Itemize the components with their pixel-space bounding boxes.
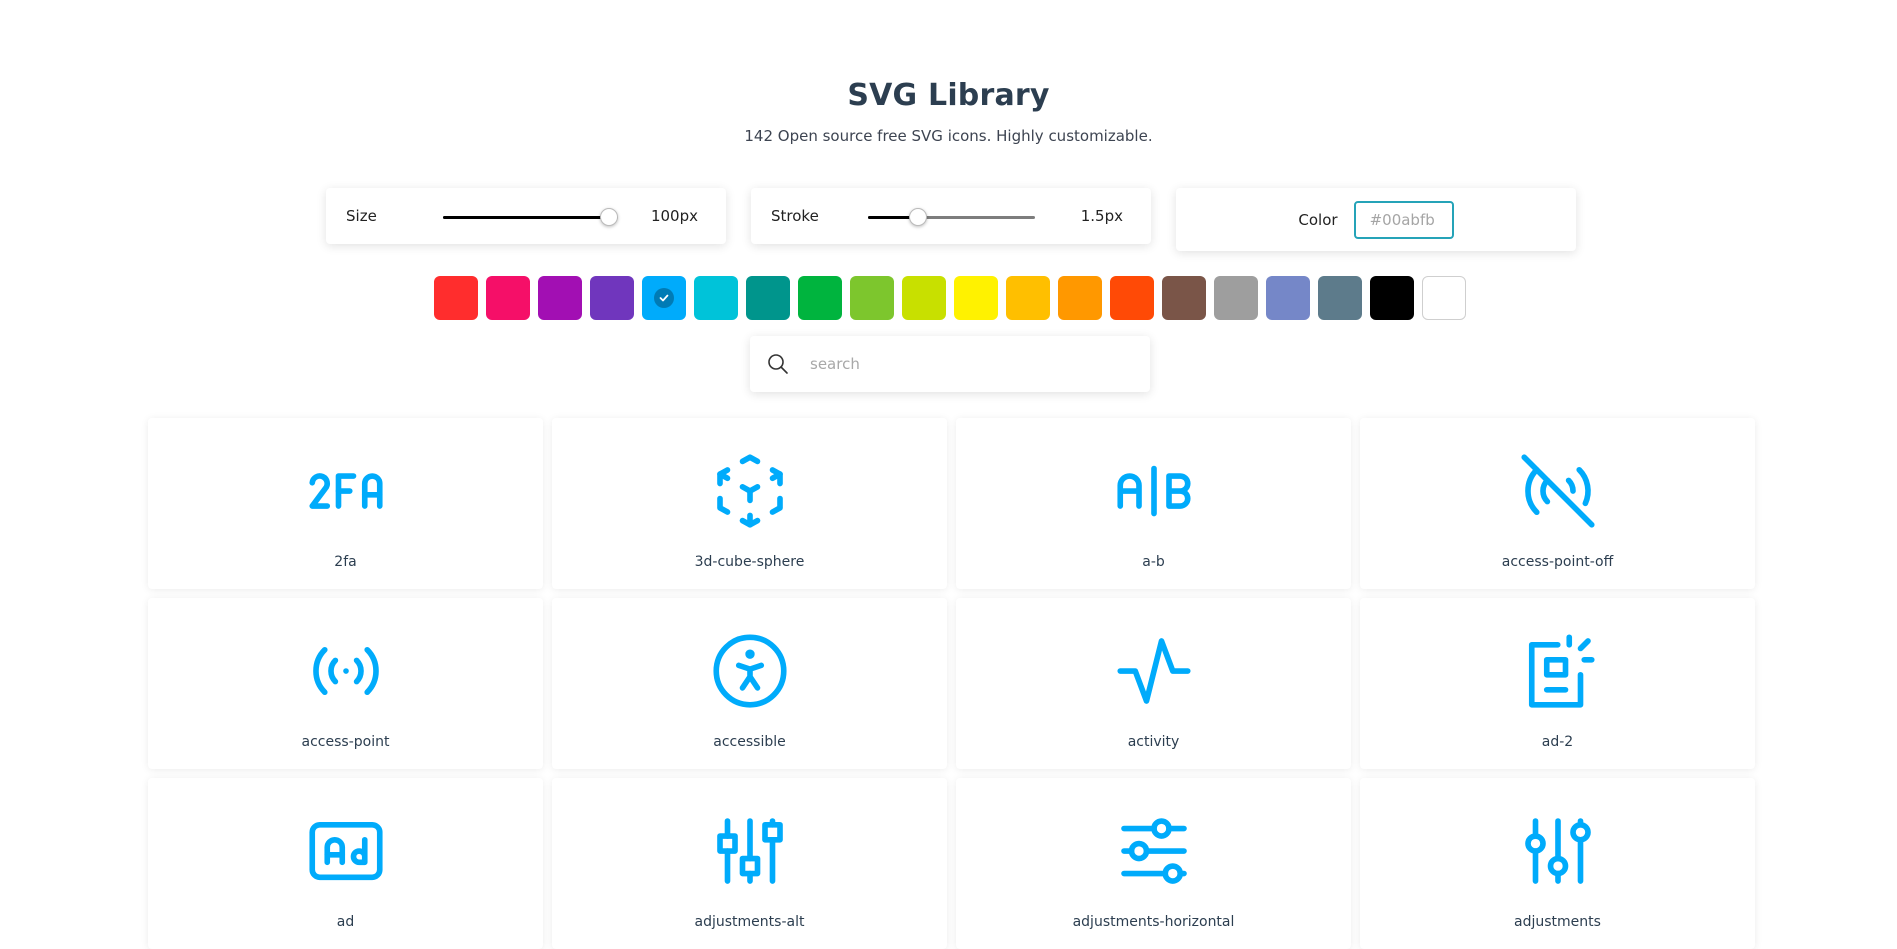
icon-name-label: ad bbox=[336, 914, 355, 930]
swatch-light-green[interactable] bbox=[850, 276, 894, 320]
icon-card-a-b[interactable]: a-b bbox=[956, 418, 1351, 589]
icon-card-access-point-off[interactable]: access-point-off bbox=[1360, 418, 1755, 589]
stroke-slider[interactable] bbox=[868, 208, 1035, 226]
swatch-cyan[interactable] bbox=[694, 276, 738, 320]
swatch-orange[interactable] bbox=[1058, 276, 1102, 320]
swatch-deep-orange[interactable] bbox=[1110, 276, 1154, 320]
icon-name-label: access-point bbox=[301, 734, 390, 750]
activity-icon bbox=[1116, 638, 1191, 704]
swatch-green[interactable] bbox=[798, 276, 842, 320]
color-swatches bbox=[434, 276, 1466, 320]
icon-card-ad-2[interactable]: ad-2 bbox=[1360, 598, 1755, 769]
2fa-icon bbox=[308, 473, 383, 509]
access-point-icon bbox=[312, 646, 379, 696]
swatch-indigo-light[interactable] bbox=[1266, 276, 1310, 320]
icon-card-activity[interactable]: activity bbox=[956, 598, 1351, 769]
icon-name-label: adjustments-horizontal bbox=[1072, 914, 1235, 930]
swatch-amber[interactable] bbox=[1006, 276, 1050, 320]
swatch-light-blue[interactable] bbox=[642, 276, 686, 320]
search-box bbox=[750, 336, 1150, 392]
icon-name-label: activity bbox=[1127, 734, 1180, 750]
stroke-control: Stroke 1.5px bbox=[751, 188, 1151, 244]
color-control: Color bbox=[1176, 188, 1576, 251]
size-slider-fill bbox=[443, 216, 610, 219]
adjustments-horizontal-icon bbox=[1120, 818, 1187, 884]
color-label: Color bbox=[1298, 210, 1338, 229]
swatch-blue-grey[interactable] bbox=[1318, 276, 1362, 320]
icon-name-label: adjustments-alt bbox=[694, 914, 805, 930]
icon-card-3d-cube-sphere[interactable]: 3d-cube-sphere bbox=[552, 418, 947, 589]
swatch-white[interactable] bbox=[1422, 276, 1466, 320]
icon-card-ad[interactable]: ad bbox=[148, 778, 543, 949]
search-input[interactable] bbox=[810, 355, 1110, 373]
icon-card-access-point[interactable]: access-point bbox=[148, 598, 543, 769]
page-subtitle: 142 Open source free SVG icons. Highly c… bbox=[744, 127, 1153, 145]
swatch-yellow[interactable] bbox=[954, 276, 998, 320]
ad-2-icon bbox=[1528, 634, 1595, 708]
check-icon bbox=[654, 288, 674, 308]
stroke-label: Stroke bbox=[771, 207, 819, 225]
size-label: Size bbox=[346, 207, 377, 225]
swatch-lime[interactable] bbox=[902, 276, 946, 320]
swatch-purple[interactable] bbox=[538, 276, 582, 320]
icon-card-adjustments-alt[interactable]: adjustments-alt bbox=[552, 778, 947, 949]
icon-name-label: 2fa bbox=[334, 554, 357, 570]
adjustments-alt-icon bbox=[716, 818, 783, 884]
size-slider[interactable] bbox=[443, 208, 619, 226]
icon-name-label: accessible bbox=[713, 734, 786, 750]
icon-name-label: adjustments bbox=[1514, 914, 1601, 930]
accessible-icon bbox=[712, 634, 787, 708]
icon-grid: 2fa 3d-cube-sphere a-b access-point-off acce… bbox=[148, 418, 1755, 949]
swatch-grey[interactable] bbox=[1214, 276, 1258, 320]
controls-bar: Size 100px Stroke 1.5px Color bbox=[326, 188, 1576, 251]
swatch-deep-purple[interactable] bbox=[590, 276, 634, 320]
ad-icon bbox=[308, 821, 383, 881]
access-point-off-icon bbox=[1520, 454, 1595, 528]
a-b-icon bbox=[1116, 465, 1190, 517]
3d-cube-sphere-icon bbox=[716, 454, 783, 528]
icon-name-label: ad-2 bbox=[1541, 734, 1574, 750]
size-slider-thumb[interactable] bbox=[600, 208, 619, 226]
adjustments-icon bbox=[1524, 818, 1591, 884]
color-input[interactable] bbox=[1353, 200, 1454, 239]
swatch-brown[interactable] bbox=[1162, 276, 1206, 320]
icon-name-label: 3d-cube-sphere bbox=[694, 554, 805, 570]
icon-name-label: access-point-off bbox=[1501, 554, 1614, 570]
search-icon bbox=[768, 354, 788, 374]
icon-name-label: a-b bbox=[1142, 554, 1165, 570]
icon-card-accessible[interactable]: accessible bbox=[552, 598, 947, 769]
swatch-teal[interactable] bbox=[746, 276, 790, 320]
page-title: SVG Library bbox=[847, 78, 1050, 113]
swatch-black[interactable] bbox=[1370, 276, 1414, 320]
swatch-red[interactable] bbox=[434, 276, 478, 320]
swatch-pink[interactable] bbox=[486, 276, 530, 320]
size-value: 100px bbox=[650, 207, 698, 225]
icon-card-adjustments[interactable]: adjustments bbox=[1360, 778, 1755, 949]
stroke-slider-thumb[interactable] bbox=[909, 208, 928, 226]
icon-card-adjustments-horizontal[interactable]: adjustments-horizontal bbox=[956, 778, 1351, 949]
page-header: SVG Library 142 Open source free SVG ico… bbox=[0, 78, 1897, 145]
size-control: Size 100px bbox=[326, 188, 726, 244]
icon-card-2fa[interactable]: 2fa bbox=[148, 418, 543, 589]
stroke-value: 1.5px bbox=[1080, 207, 1123, 225]
